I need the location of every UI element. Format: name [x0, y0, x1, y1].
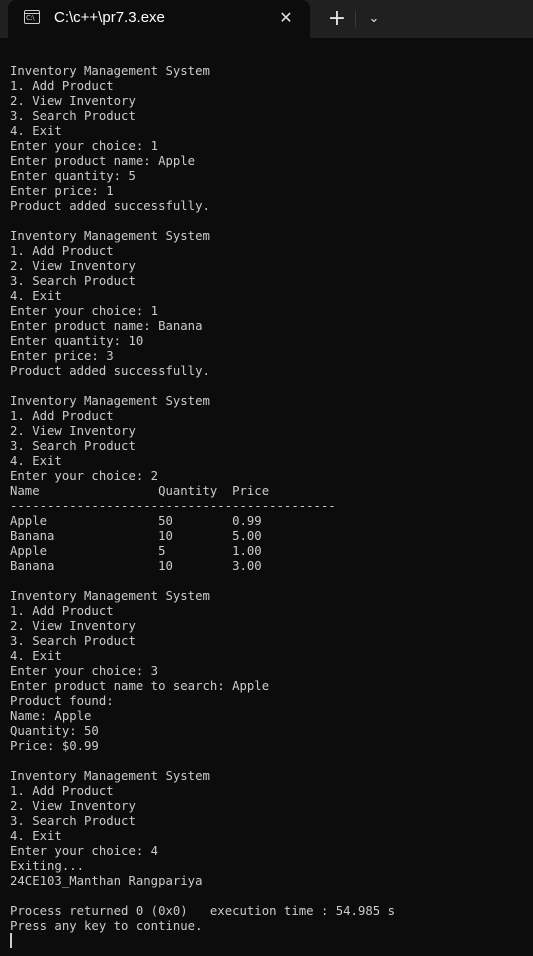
text-cursor — [10, 933, 12, 948]
console-line: Enter product name to search: Apple — [10, 679, 270, 693]
console-line: Enter price: 3 — [10, 349, 114, 363]
console-line: 2. View Inventory — [10, 94, 136, 108]
console-line: 1. Add Product — [10, 79, 114, 93]
console-output[interactable]: Inventory Management System 1. Add Produc… — [10, 64, 530, 934]
console-line: Enter your choice: 1 — [10, 304, 159, 318]
console-line: 2. View Inventory — [10, 424, 136, 438]
console-line: 2. View Inventory — [10, 799, 136, 813]
console-line: Inventory Management System — [10, 229, 210, 243]
console-line: 1. Add Product — [10, 604, 114, 618]
console-line: 2. View Inventory — [10, 619, 136, 633]
console-line: Enter product name: Banana — [10, 319, 203, 333]
console-line: Enter quantity: 5 — [10, 169, 136, 183]
console-line: 3. Search Product — [10, 634, 136, 648]
console-line: Product added successfully. — [10, 364, 210, 378]
console-line: Enter your choice: 1 — [10, 139, 159, 153]
console-line: 4. Exit — [10, 829, 62, 843]
console-icon: C:\ — [24, 10, 40, 24]
console-line: 3. Search Product — [10, 109, 136, 123]
console-line: Apple 50 0.99 — [10, 514, 262, 528]
console-line: Inventory Management System — [10, 394, 210, 408]
console-line: Banana 10 5.00 — [10, 529, 262, 543]
console-line: Enter your choice: 2 — [10, 469, 159, 483]
console-line: Inventory Management System — [10, 589, 210, 603]
console-line: Product found: — [10, 694, 114, 708]
console-line: Process returned 0 (0x0) execution time … — [10, 904, 395, 918]
console-line: 4. Exit — [10, 649, 62, 663]
console-line: Product added successfully. — [10, 199, 210, 213]
tab-title: C:\c++\pr7.3.exe — [54, 9, 165, 26]
tab-separator — [355, 11, 356, 27]
console-line: 1. Add Product — [10, 784, 114, 798]
console-line: 1. Add Product — [10, 244, 114, 258]
console-line: Price: $0.99 — [10, 739, 99, 753]
console-line: Press any key to continue. — [10, 919, 203, 933]
console-line: 24CE103_Manthan Rangpariya — [10, 874, 203, 888]
console-line: 2. View Inventory — [10, 259, 136, 273]
console-line: 4. Exit — [10, 124, 62, 138]
console-line: Enter your choice: 3 — [10, 664, 159, 678]
console-line: 3. Search Product — [10, 814, 136, 828]
console-line: Quantity: 50 — [10, 724, 99, 738]
new-tab-button[interactable]: + — [322, 4, 352, 34]
console-line: Inventory Management System — [10, 64, 210, 78]
console-line: Exiting... — [10, 859, 85, 873]
close-tab-icon[interactable]: ✕ — [276, 8, 296, 28]
console-line: Enter your choice: 4 — [10, 844, 159, 858]
console-line: 3. Search Product — [10, 274, 136, 288]
console-line: 1. Add Product — [10, 409, 114, 423]
console-line: Enter product name: Apple — [10, 154, 196, 168]
terminal-tab[interactable]: C:\ C:\c++\pr7.3.exe ✕ — [8, 0, 310, 38]
chevron-down-icon[interactable]: ⌄ — [360, 4, 388, 34]
console-line: Name: Apple — [10, 709, 92, 723]
title-bar: C:\ C:\c++\pr7.3.exe ✕ + ⌄ — [0, 0, 533, 38]
console-line: Inventory Management System — [10, 769, 210, 783]
console-line: Banana 10 3.00 — [10, 559, 262, 573]
console-line: Apple 5 1.00 — [10, 544, 262, 558]
console-line: Name Quantity Price — [10, 484, 270, 498]
console-line: 4. Exit — [10, 454, 62, 468]
console-icon-glyph: C:\ — [26, 14, 35, 22]
console-line: Enter quantity: 10 — [10, 334, 144, 348]
console-line: 3. Search Product — [10, 439, 136, 453]
console-line: Enter price: 1 — [10, 184, 114, 198]
console-line: 4. Exit — [10, 289, 62, 303]
console-line: ----------------------------------------… — [10, 499, 336, 513]
